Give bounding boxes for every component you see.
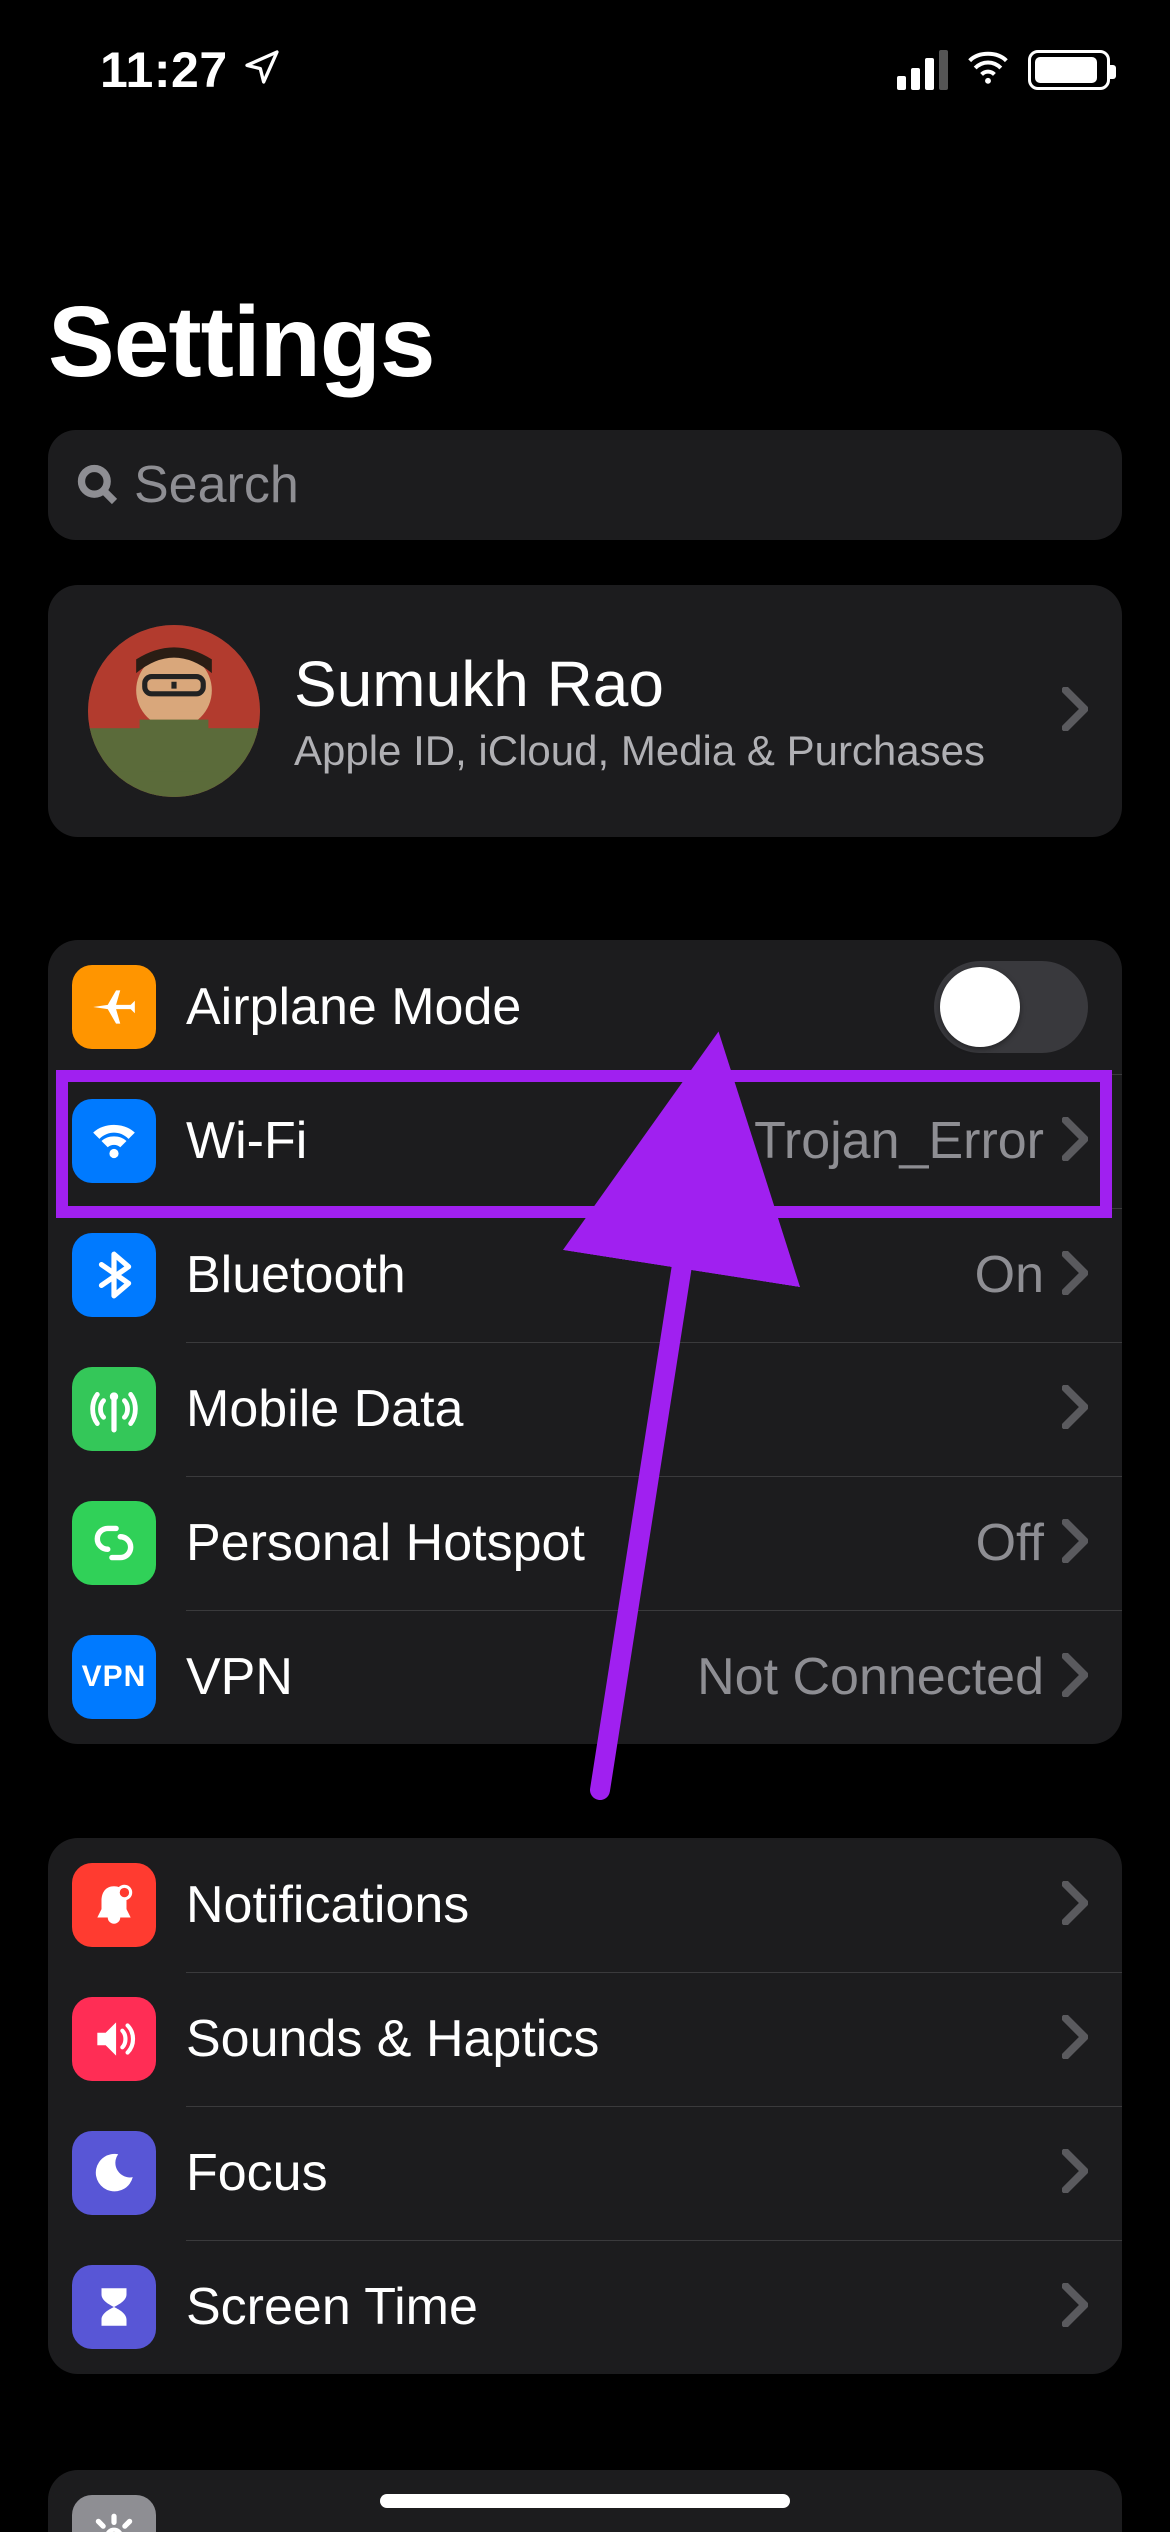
status-bar: 11:27 <box>0 0 1170 140</box>
avatar <box>88 625 260 797</box>
search-placeholder: Search <box>134 455 299 515</box>
chevron-right-icon <box>1062 2149 1088 2198</box>
row-label: Notifications <box>186 1875 1062 1935</box>
profile-name: Sumukh Rao <box>294 647 1062 721</box>
moon-icon <box>72 2131 156 2215</box>
antenna-icon <box>72 1367 156 1451</box>
battery-icon <box>1028 50 1110 90</box>
link-icon <box>72 1501 156 1585</box>
settings-group-alerts: Notifications Sounds & Haptics Focus Scr… <box>48 1838 1122 2374</box>
search-input[interactable]: Search <box>48 430 1122 540</box>
row-label: Mobile Data <box>186 1379 1062 1439</box>
row-focus[interactable]: Focus <box>48 2106 1122 2240</box>
profile-row[interactable]: Sumukh Rao Apple ID, iCloud, Media & Pur… <box>48 585 1122 837</box>
bluetooth-icon <box>72 1233 156 1317</box>
row-value: Not Connected <box>697 1647 1044 1707</box>
row-label: Bluetooth <box>186 1245 975 1305</box>
row-label: Wi-Fi <box>186 1111 754 1171</box>
status-time: 11:27 <box>100 41 228 99</box>
profile-subtitle: Apple ID, iCloud, Media & Purchases <box>294 727 1062 775</box>
row-personal-hotspot[interactable]: Personal Hotspot Off <box>48 1476 1122 1610</box>
gear-icon <box>72 2495 156 2532</box>
chevron-right-icon <box>1062 1251 1088 1300</box>
row-vpn[interactable]: VPN VPN Not Connected <box>48 1610 1122 1744</box>
airplane-toggle[interactable] <box>934 961 1088 1053</box>
row-value: Off <box>976 1513 1044 1573</box>
row-label: Screen Time <box>186 2277 1062 2337</box>
row-value: Trojan_Error <box>754 1111 1044 1171</box>
hourglass-icon <box>72 2265 156 2349</box>
chevron-right-icon <box>1062 1117 1088 1166</box>
row-label: Sounds & Haptics <box>186 2009 1062 2069</box>
airplane-icon <box>72 965 156 1049</box>
row-label: VPN <box>186 1647 697 1707</box>
chevron-right-icon <box>1062 2015 1088 2064</box>
row-label: Focus <box>186 2143 1062 2203</box>
vpn-icon: VPN <box>72 1635 156 1719</box>
status-right <box>897 46 1110 95</box>
page-title: Settings <box>48 285 434 400</box>
wifi-icon <box>72 1099 156 1183</box>
chevron-right-icon <box>1062 687 1088 736</box>
row-bluetooth[interactable]: Bluetooth On <box>48 1208 1122 1342</box>
wifi-status-icon <box>966 46 1010 95</box>
chevron-right-icon <box>1062 1519 1088 1568</box>
row-value: On <box>975 1245 1044 1305</box>
chevron-right-icon <box>1062 1385 1088 1434</box>
chevron-right-icon <box>1062 1881 1088 1930</box>
row-sounds[interactable]: Sounds & Haptics <box>48 1972 1122 2106</box>
row-label: Airplane Mode <box>186 977 934 1037</box>
speaker-icon <box>72 1997 156 2081</box>
row-label: Personal Hotspot <box>186 1513 976 1573</box>
home-indicator[interactable] <box>380 2494 790 2508</box>
row-notifications[interactable]: Notifications <box>48 1838 1122 1972</box>
row-wifi[interactable]: Wi-Fi Trojan_Error <box>48 1074 1122 1208</box>
search-icon <box>76 463 120 507</box>
row-mobile-data[interactable]: Mobile Data <box>48 1342 1122 1476</box>
cellular-signal-icon <box>897 50 948 90</box>
chevron-right-icon <box>1062 1653 1088 1702</box>
chevron-right-icon <box>1062 2283 1088 2332</box>
row-airplane-mode[interactable]: Airplane Mode <box>48 940 1122 1074</box>
bell-icon <box>72 1863 156 1947</box>
row-screen-time[interactable]: Screen Time <box>48 2240 1122 2374</box>
location-arrow-icon <box>242 41 282 99</box>
settings-group-connectivity: Airplane Mode Wi-Fi Trojan_Error Bluetoo… <box>48 940 1122 1744</box>
status-left: 11:27 <box>100 41 282 99</box>
